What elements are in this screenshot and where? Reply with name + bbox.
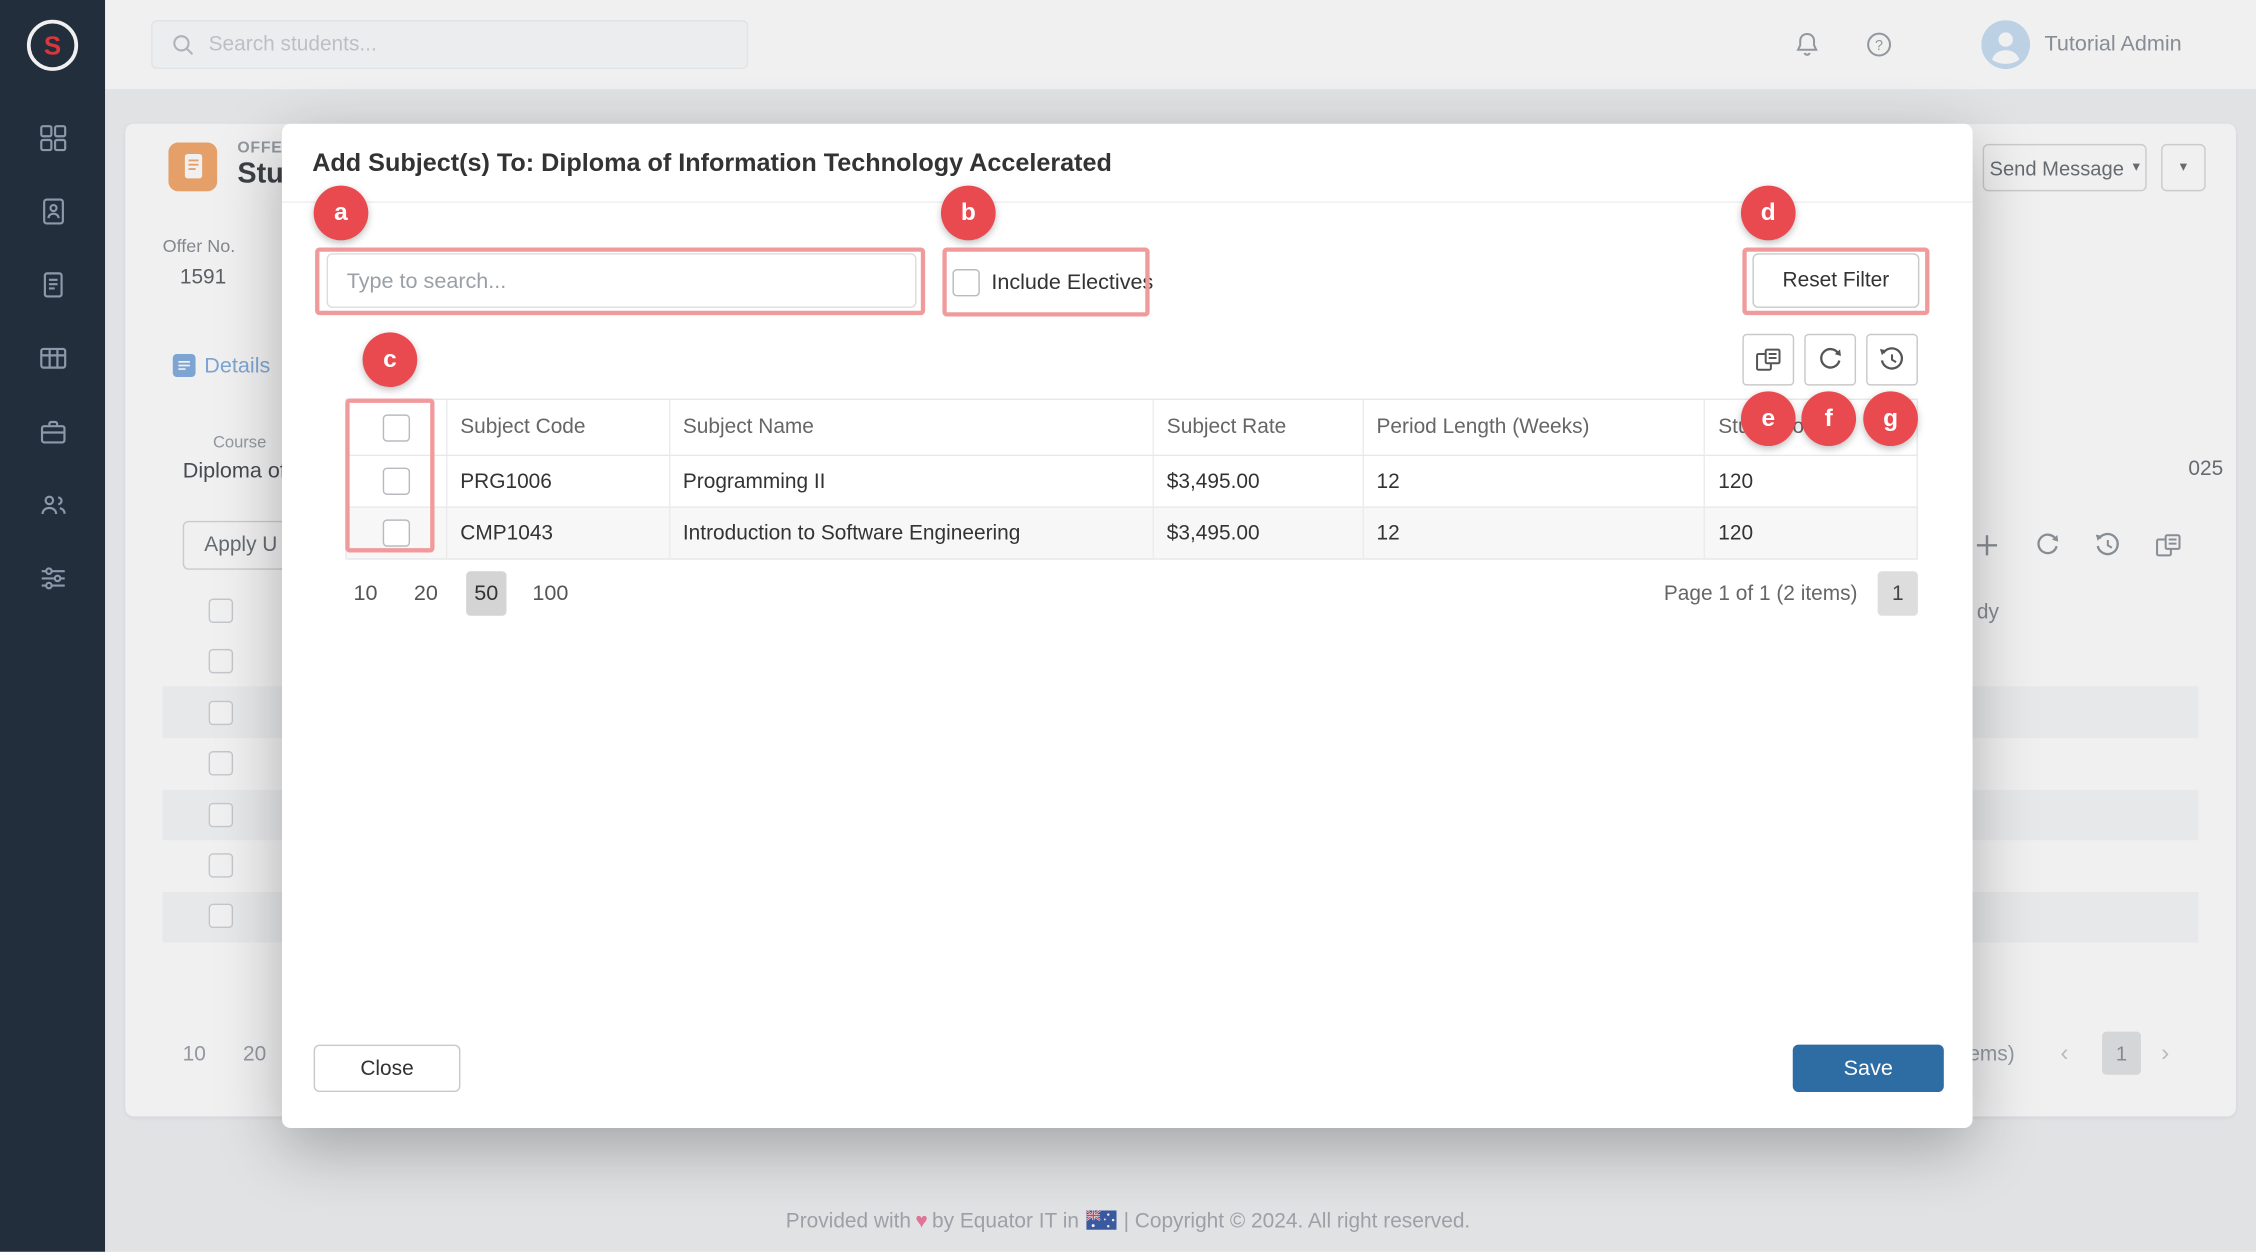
row-select-cell <box>347 456 448 506</box>
refresh-button[interactable] <box>1804 334 1856 386</box>
history-button[interactable] <box>1866 334 1918 386</box>
page-info: Page 1 of 1 (2 items) <box>1664 582 1858 605</box>
annotation-letter: b <box>961 199 976 228</box>
table-row[interactable]: CMP1043 Introduction to Software Enginee… <box>347 508 1917 560</box>
add-subjects-modal: Add Subject(s) To: Diploma of Informatio… <box>282 124 1973 1128</box>
annotation-letter: a <box>334 199 348 228</box>
study-hours-cell: 120 <box>1705 456 1916 506</box>
subject-name-cell: Programming II <box>670 456 1154 506</box>
page-size-option[interactable]: 20 <box>406 571 446 616</box>
annotation-circle-e: e <box>1741 391 1796 446</box>
annotation-letter: c <box>383 345 397 374</box>
save-button[interactable]: Save <box>1793 1045 1944 1092</box>
subjects-table: Subject Code Subject Name Subject Rate P… <box>345 399 1918 560</box>
modal-title: Add Subject(s) To: Diploma of Informatio… <box>312 124 1112 203</box>
annotation-circle-c: c <box>363 332 418 387</box>
page-size-option[interactable]: 100 <box>527 571 575 616</box>
page-size-option-selected[interactable]: 50 <box>466 571 506 616</box>
subject-rate-cell: $3,495.00 <box>1154 456 1364 506</box>
table-header-row: Subject Code Subject Name Subject Rate P… <box>347 400 1917 456</box>
modal-header: Add Subject(s) To: Diploma of Informatio… <box>282 124 1973 203</box>
period-length-cell: 12 <box>1364 456 1706 506</box>
row-checkbox[interactable] <box>383 519 410 546</box>
annotation-letter: f <box>1825 404 1833 433</box>
page-size-option[interactable]: 10 <box>345 571 385 616</box>
history-icon <box>1878 345 1907 374</box>
subject-name-cell: Introduction to Software Engineering <box>670 508 1154 558</box>
subject-code-cell: PRG1006 <box>447 456 670 506</box>
refresh-icon <box>1816 345 1845 374</box>
annotation-letter: g <box>1883 404 1898 433</box>
select-all-checkbox[interactable] <box>383 414 410 441</box>
study-hours-cell: 120 <box>1705 508 1916 558</box>
page-size-selector: 10 20 50 100 <box>345 571 574 616</box>
col-subject-code[interactable]: Subject Code <box>447 400 670 455</box>
row-select-cell <box>347 508 448 558</box>
column-chooser-button[interactable] <box>1742 334 1794 386</box>
reset-filter-button[interactable]: Reset Filter <box>1752 253 1919 308</box>
annotation-circle-f: f <box>1801 391 1856 446</box>
select-all-cell <box>347 400 448 455</box>
application-root: S ? Tutorial Admin OFFE Stu <box>0 0 2256 1252</box>
column-chooser-icon <box>1754 345 1783 374</box>
col-period-length[interactable]: Period Length (Weeks) <box>1364 400 1706 455</box>
include-electives-checkbox[interactable] <box>952 269 979 296</box>
annotation-circle-b: b <box>941 186 996 241</box>
annotation-circle-d: d <box>1741 186 1796 241</box>
period-length-cell: 12 <box>1364 508 1706 558</box>
row-checkbox[interactable] <box>383 468 410 495</box>
annotation-circle-g: g <box>1863 391 1918 446</box>
annotation-circle-a: a <box>314 186 369 241</box>
include-electives-label: Include Electives <box>991 270 1153 294</box>
close-button[interactable]: Close <box>314 1045 461 1092</box>
page-number-button[interactable]: 1 <box>1878 571 1918 616</box>
subject-search-input[interactable] <box>327 253 917 308</box>
col-subject-name[interactable]: Subject Name <box>670 400 1154 455</box>
annotation-letter: e <box>1761 404 1775 433</box>
subject-code-cell: CMP1043 <box>447 508 670 558</box>
pager-right: Page 1 of 1 (2 items) 1 <box>1664 571 1918 616</box>
grid-toolbar <box>1742 334 1918 386</box>
annotation-letter: d <box>1761 199 1776 228</box>
table-row[interactable]: PRG1006 Programming II $3,495.00 12 120 <box>347 456 1917 508</box>
subject-rate-cell: $3,495.00 <box>1154 508 1364 558</box>
col-subject-rate[interactable]: Subject Rate <box>1154 400 1364 455</box>
